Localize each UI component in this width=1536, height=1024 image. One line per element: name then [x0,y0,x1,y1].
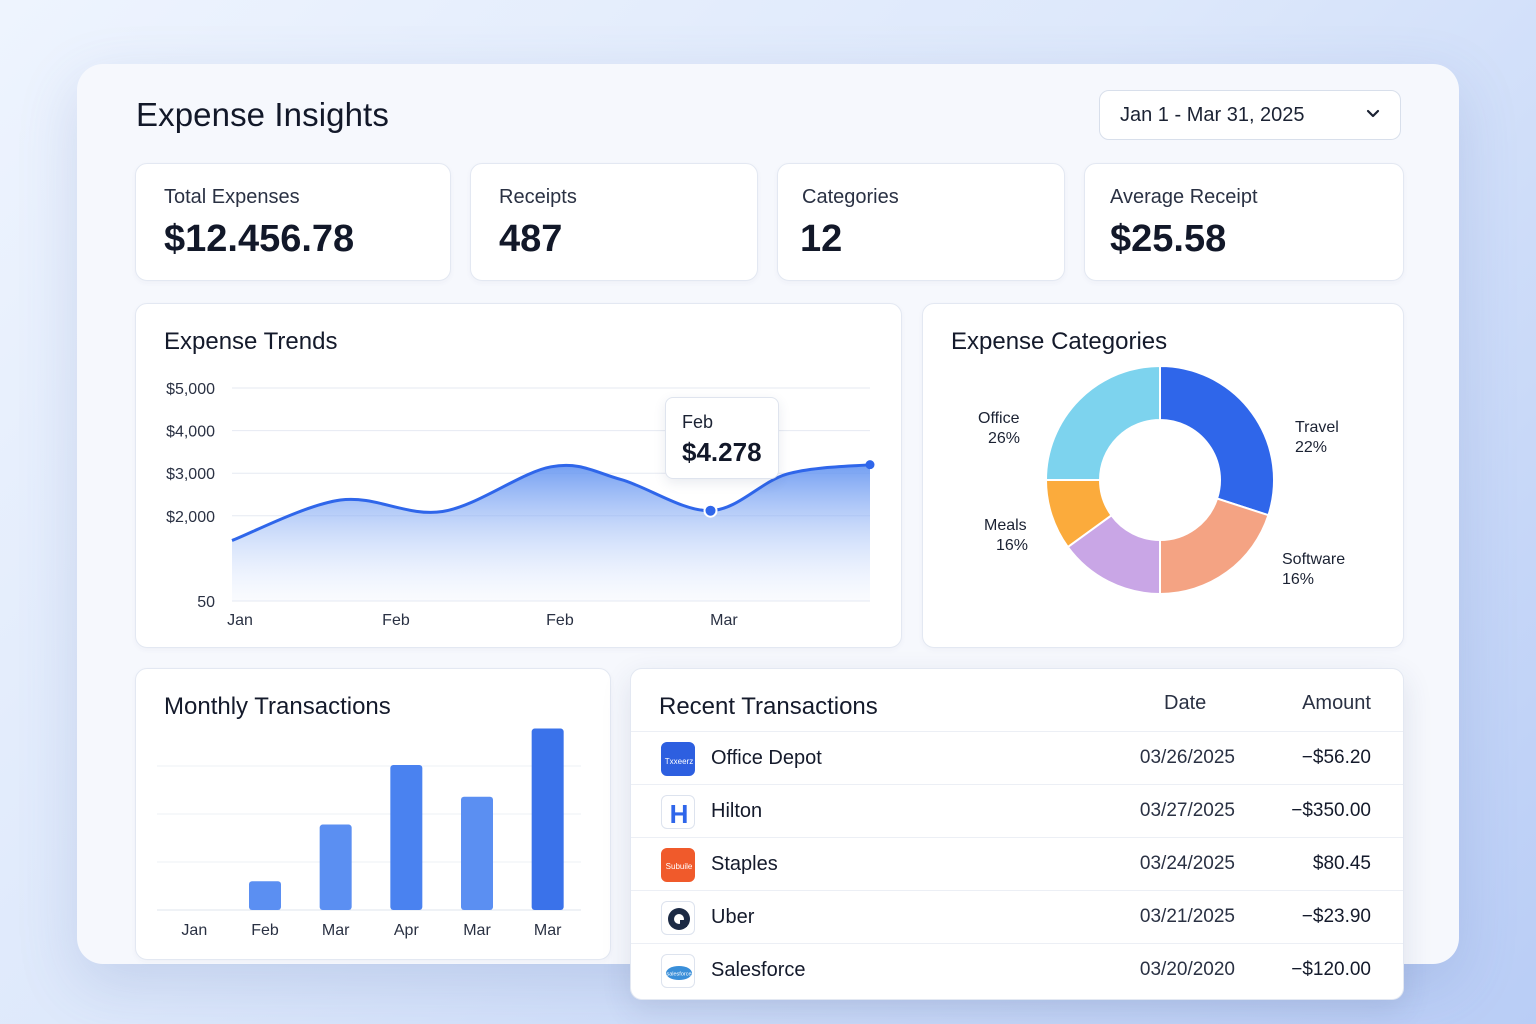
salesforce-logo-icon: salesforce [661,954,695,988]
trend-highlight-point [703,503,718,518]
donut-label-office: Office 26% [978,409,1020,449]
office-depot-logo-icon: Txxeerz [661,742,695,776]
donut-label-name: Travel [1295,419,1339,436]
y-tick-label: $5,000 [166,381,215,398]
bar-category-label: Jan [181,922,207,939]
transaction-amount: −$56.20 [1301,747,1371,768]
y-tick-label: $3,000 [166,466,215,483]
hilton-logo-icon: H [661,795,695,829]
expense-categories-donut [1044,364,1275,596]
merchant-name: Office Depot [711,747,822,769]
kpi-label: Average Receipt [1110,186,1258,208]
svg-text:H: H [670,799,689,829]
bar-category-label: Mar [322,922,350,939]
tooltip-value: $4.278 [682,437,762,467]
table-row[interactable]: H Hilton 03/27/2025 −$350.00 [631,784,1403,837]
transaction-amount: −$350.00 [1291,800,1371,821]
svg-text:salesforce: salesforce [666,972,691,978]
page-title: Expense Insights [136,96,389,133]
bar-apr [390,765,423,910]
kpi-card-total-expenses: Total Expenses $12.456.78 [135,163,451,281]
kpi-card-categories: Categories 12 [777,163,1065,281]
kpi-value: 12 [800,218,843,260]
transaction-amount: −$120.00 [1291,959,1371,980]
table-row[interactable]: Uber 03/21/2025 −$23.90 [631,890,1403,943]
card-title: Expense Categories [951,328,1168,355]
bar-category-label: Feb [251,922,279,939]
svg-text:Txxeerz: Txxeerz [665,757,693,766]
kpi-label: Categories [802,186,899,208]
date-range-value: Jan 1 - Mar 31, 2025 [1120,103,1305,126]
table-row[interactable]: salesforce Salesforce 03/20/2020 −$120.0… [631,943,1403,996]
staples-logo-icon: Subuile [661,848,695,882]
kpi-card-receipts: Receipts 487 [470,163,758,281]
bar-category-label: Mar [534,922,562,939]
x-tick-label: Feb [546,612,574,629]
merchant-name: Salesforce [711,959,806,981]
merchant-name: Uber [711,906,755,928]
transaction-amount: $80.45 [1312,853,1371,874]
donut-label-software: Software 16% [1282,550,1345,590]
card-title: Recent Transactions [659,693,878,720]
x-tick-label: Jan [227,612,253,629]
column-header-amount: Amount [1302,692,1371,714]
donut-label-meals: Meals 16% [984,516,1028,556]
transaction-date: 03/26/2025 [1139,747,1235,768]
kpi-label: Receipts [499,186,577,208]
donut-label-name: Software [1282,551,1346,568]
transaction-amount: −$23.90 [1301,906,1371,927]
chevron-down-icon [1364,104,1382,127]
donut-slice-office [1044,364,1161,481]
recent-transactions-card: Recent Transactions Date Amount Txxeerz … [630,668,1404,1000]
donut-label-travel: Travel 22% [1295,418,1339,458]
uber-logo-icon [661,901,695,935]
y-tick-label: $4,000 [166,424,215,441]
donut-slice-software [1159,497,1270,596]
table-row[interactable]: Subuile Staples 03/24/2025 $80.45 [631,837,1403,890]
monthly-transactions-chart: Jan Feb Mar Apr Mar Mar [157,728,581,939]
trend-end-point [865,460,875,470]
y-tick-label: 50 [197,594,215,611]
donut-label-pct: 22% [1295,439,1328,456]
kpi-label: Total Expenses [164,186,300,208]
bar-category-label: Mar [463,922,491,939]
x-tick-label: Mar [710,612,738,629]
bar-mar [319,824,352,910]
transaction-date: 03/20/2020 [1139,959,1235,980]
donut-slice-travel [1159,364,1275,517]
kpi-value: 487 [499,218,563,260]
column-header-date: Date [1164,692,1207,714]
bar-feb [249,881,281,910]
donut-label-pct: 16% [996,537,1029,554]
kpi-value: $12.456.78 [164,218,355,260]
transaction-date: 03/27/2025 [1139,800,1235,821]
kpi-card-average-receipt: Average Receipt $25.58 [1084,163,1404,281]
trend-tooltip: Feb $4.278 [665,397,779,479]
bar-mar [531,728,564,910]
expense-trends-chart: $5,000 $4,000 $3,000 $2,000 50 Jan Feb Feb Mar [166,381,875,629]
donut-label-pct: 16% [1282,571,1315,588]
tooltip-label: Feb [682,412,714,432]
svg-text:Subuile: Subuile [666,862,693,871]
kpi-value: $25.58 [1110,218,1227,260]
transaction-date: 03/24/2025 [1139,853,1235,874]
merchant-name: Staples [711,853,778,875]
donut-label-name: Meals [984,517,1027,534]
trend-area [232,464,870,601]
bar-category-label: Apr [394,922,420,939]
transaction-date: 03/21/2025 [1139,906,1235,927]
table-row[interactable]: Txxeerz Office Depot 03/26/2025 −$56.20 [631,731,1403,784]
y-tick-label: $2,000 [166,509,215,526]
donut-label-pct: 26% [988,430,1021,447]
donut-label-name: Office [978,410,1020,427]
x-tick-label: Feb [382,612,410,629]
date-range-select[interactable]: Jan 1 - Mar 31, 2025 [1099,90,1401,140]
merchant-name: Hilton [711,800,763,822]
bar-mar [461,796,493,910]
